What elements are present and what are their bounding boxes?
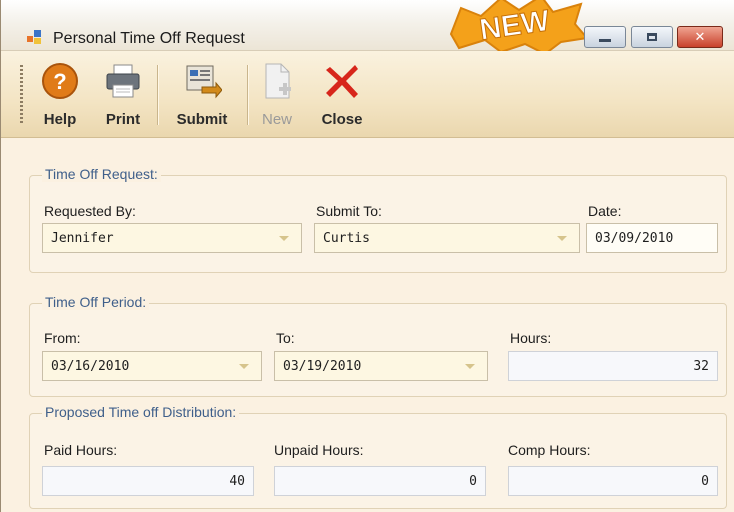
submit-icon <box>186 65 223 99</box>
new-badge-icon: NEW <box>449 0 589 54</box>
comp-hours-label: Comp Hours: <box>508 442 591 458</box>
paid-hours-label: Paid Hours: <box>44 442 118 458</box>
to-date-picker[interactable]: 03/19/2010 <box>274 351 488 381</box>
svg-text:?: ? <box>53 69 66 94</box>
group-title: Proposed Time off Distribution: <box>42 404 240 420</box>
chevron-down-icon[interactable] <box>557 235 567 241</box>
date-value: 03/09/2010 <box>595 230 674 246</box>
print-button[interactable]: Print <box>100 61 146 128</box>
date-label: Date: <box>588 203 622 219</box>
new-label: New <box>261 111 292 128</box>
distribution-group: Proposed Time off Distribution: Paid Hou… <box>29 404 727 509</box>
time-off-period-group: Time Off Period: From: 03/16/2010 To: 03… <box>29 294 727 397</box>
from-date-picker[interactable]: 03/16/2010 <box>42 351 262 381</box>
close-x-icon <box>326 65 358 98</box>
to-label: To: <box>276 330 295 346</box>
requested-by-value: Jennifer <box>51 230 114 246</box>
toolbar-separator <box>157 65 158 125</box>
chevron-down-icon[interactable] <box>279 235 289 241</box>
unpaid-hours-value: 0 <box>469 473 477 489</box>
minimize-button[interactable] <box>584 26 626 48</box>
hours-label: Hours: <box>510 330 552 346</box>
hours-value: 32 <box>693 358 709 374</box>
comp-hours-field[interactable]: 0 <box>508 466 718 496</box>
minimize-icon <box>599 38 611 42</box>
comp-hours-value: 0 <box>701 473 709 489</box>
chevron-down-icon[interactable] <box>465 363 475 369</box>
to-value: 03/19/2010 <box>283 358 362 374</box>
submit-to-value: Curtis <box>323 230 370 246</box>
toolbar-grip[interactable] <box>20 65 23 125</box>
submit-label: Submit <box>176 111 228 128</box>
time-off-window: Personal Time Off Request NEW ✕ ? Help P… <box>0 0 734 512</box>
from-label: From: <box>44 330 81 346</box>
print-label: Print <box>105 111 141 128</box>
close-icon: ✕ <box>694 29 706 44</box>
submit-button[interactable]: Submit <box>169 61 235 128</box>
group-title: Time Off Request: <box>42 166 161 182</box>
close-label: Close <box>321 111 363 128</box>
title-bar[interactable]: Personal Time Off Request NEW ✕ <box>1 0 734 54</box>
unpaid-hours-field[interactable]: 0 <box>274 466 486 496</box>
new-button[interactable]: New <box>257 61 297 128</box>
help-label: Help <box>43 111 77 128</box>
window-title: Personal Time Off Request <box>53 30 245 47</box>
unpaid-hours-label: Unpaid Hours: <box>274 442 364 458</box>
requested-by-label: Requested By: <box>44 203 136 219</box>
new-document-icon <box>265 63 291 99</box>
close-button[interactable]: Close <box>317 61 367 128</box>
hours-field[interactable]: 32 <box>508 351 718 381</box>
submit-to-label: Submit To: <box>316 203 382 219</box>
toolbar-separator <box>247 65 248 125</box>
submit-to-combo[interactable]: Curtis <box>314 223 580 253</box>
help-icon: ? <box>42 63 78 99</box>
date-field[interactable]: 03/09/2010 <box>586 223 718 253</box>
maximize-button[interactable] <box>631 26 673 48</box>
app-icon <box>27 30 43 44</box>
window-close-button[interactable]: ✕ <box>677 26 723 48</box>
paid-hours-field[interactable]: 40 <box>42 466 254 496</box>
toolbar: ? Help Print Submit New Close <box>1 51 734 138</box>
time-off-request-group: Time Off Request: Requested By: Jennifer… <box>29 166 727 273</box>
group-title: Time Off Period: <box>42 294 150 310</box>
help-button[interactable]: ? Help <box>39 61 81 128</box>
maximize-icon <box>647 33 657 41</box>
from-value: 03/16/2010 <box>51 358 130 374</box>
paid-hours-value: 40 <box>229 473 245 489</box>
printer-icon <box>106 64 140 98</box>
requested-by-combo[interactable]: Jennifer <box>42 223 302 253</box>
chevron-down-icon[interactable] <box>239 363 249 369</box>
